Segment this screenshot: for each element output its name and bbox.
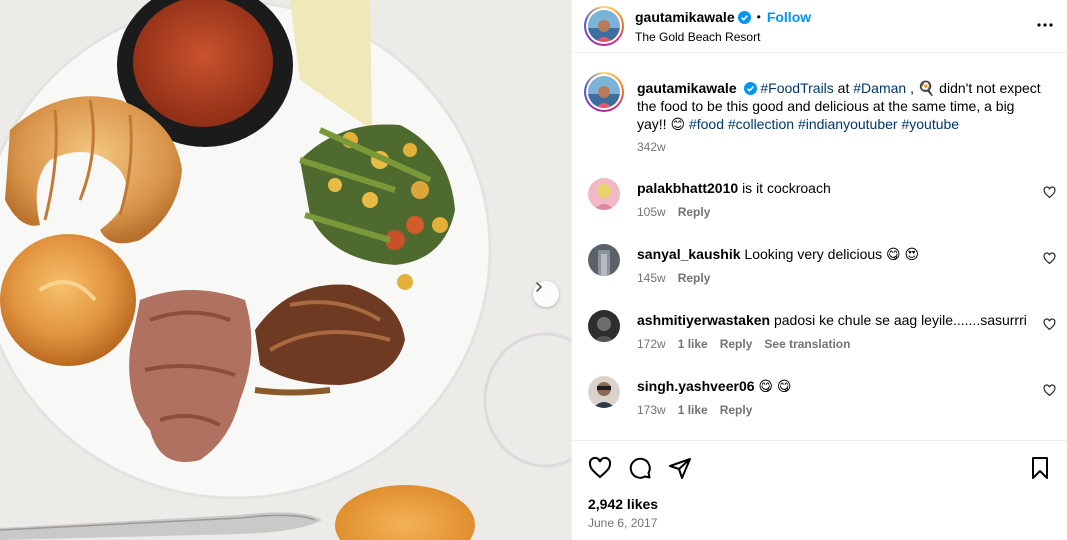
- like-comment-button[interactable]: [1043, 252, 1056, 268]
- commenter-username[interactable]: palakbhatt2010: [637, 180, 738, 196]
- comment-like-count[interactable]: 1 like: [678, 337, 708, 351]
- avatar-image: [588, 10, 620, 42]
- like-button[interactable]: [588, 456, 612, 483]
- see-translation-button[interactable]: See translation: [764, 337, 850, 351]
- chevron-right-icon: [536, 282, 543, 292]
- hashtag-link[interactable]: #indianyoutuber: [798, 116, 898, 132]
- caption-username[interactable]: gautamikawale: [637, 80, 737, 96]
- comment-body: palakbhatt2010 is it cockroach: [637, 180, 831, 196]
- hashtag-link[interactable]: #FoodTrails: [760, 80, 833, 96]
- comment-meta: 172w 1 like Reply See translation: [637, 337, 850, 351]
- caption-text: at: [833, 80, 854, 96]
- commenter-username[interactable]: singh.yashveer06: [637, 378, 755, 394]
- comment-meta: 145w Reply: [637, 271, 710, 285]
- commenter-avatar[interactable]: [588, 244, 620, 276]
- comments-section[interactable]: gautamikawale #FoodTrails at #Daman , 🍳 …: [572, 54, 1067, 440]
- comment-text: is it cockroach: [742, 180, 831, 196]
- author-avatar[interactable]: [584, 6, 624, 46]
- commenter-avatar[interactable]: [588, 178, 620, 210]
- heart-icon: [1043, 384, 1056, 397]
- instagram-post-view: gautamikawale • Follow The Gold Beach Re…: [0, 0, 1067, 540]
- caption-timestamp[interactable]: 342w: [637, 140, 666, 154]
- separator-dot: •: [756, 10, 761, 24]
- likes-count[interactable]: 2,942 likes: [588, 496, 658, 512]
- post-caption: gautamikawale #FoodTrails at #Daman , 🍳 …: [637, 79, 1042, 133]
- next-photo-button[interactable]: [533, 281, 559, 307]
- commenter-username[interactable]: sanyal_kaushik: [637, 246, 741, 262]
- reply-button[interactable]: Reply: [720, 403, 753, 417]
- like-comment-button[interactable]: [1043, 384, 1056, 400]
- post-date[interactable]: June 6, 2017: [588, 516, 657, 530]
- reply-button[interactable]: Reply: [720, 337, 753, 351]
- heart-icon: [588, 456, 612, 479]
- reply-button[interactable]: Reply: [678, 205, 711, 219]
- heart-icon: [1043, 252, 1056, 265]
- post-location[interactable]: The Gold Beach Resort: [635, 30, 760, 44]
- post-header: gautamikawale • Follow The Gold Beach Re…: [572, 0, 1067, 53]
- commenter-avatar[interactable]: [588, 376, 620, 408]
- comment-text: Looking very delicious 😋 😍: [744, 246, 920, 262]
- like-comment-button[interactable]: [1043, 186, 1056, 202]
- hashtag-link[interactable]: #collection: [728, 116, 794, 132]
- like-comment-button[interactable]: [1043, 318, 1056, 334]
- comment-body: ashmitiyerwastaken padosi ke chule se aa…: [637, 312, 1027, 328]
- hashtag-link[interactable]: #Daman: [853, 80, 906, 96]
- post-actions-bar: 2,942 likes June 6, 2017: [572, 440, 1067, 540]
- commenter-username[interactable]: ashmitiyerwastaken: [637, 312, 770, 328]
- verified-badge-icon: [737, 10, 751, 24]
- comment-text: 😋 😋: [758, 378, 792, 394]
- comment-meta: 173w 1 like Reply: [637, 403, 752, 417]
- hashtag-link[interactable]: #food: [689, 116, 724, 132]
- caption-avatar[interactable]: [584, 72, 624, 112]
- more-options-button[interactable]: [1036, 16, 1054, 37]
- hashtag-link[interactable]: #youtube: [901, 116, 959, 132]
- comment-timestamp[interactable]: 172w: [637, 337, 666, 351]
- post-photo[interactable]: [0, 0, 571, 540]
- avatar-image: [588, 76, 620, 108]
- comment-text: padosi ke chule se aag leyile.......sasu…: [773, 312, 1027, 328]
- more-options-icon: [1037, 23, 1053, 27]
- bookmark-icon: [1032, 457, 1048, 479]
- author-username[interactable]: gautamikawale: [635, 9, 735, 25]
- comment-body: singh.yashveer06 😋 😋: [637, 378, 792, 395]
- header-user-row: gautamikawale • Follow: [635, 9, 811, 25]
- commenter-avatar[interactable]: [588, 310, 620, 342]
- comment-icon: [629, 457, 651, 479]
- share-button[interactable]: [668, 456, 692, 483]
- heart-icon: [1043, 186, 1056, 199]
- comment-like-count[interactable]: 1 like: [678, 403, 708, 417]
- reply-button[interactable]: Reply: [678, 271, 711, 285]
- comment-button[interactable]: [628, 456, 652, 483]
- comment-body: sanyal_kaushik Looking very delicious 😋 …: [637, 246, 919, 263]
- follow-button[interactable]: Follow: [767, 9, 811, 25]
- comment-timestamp[interactable]: 105w: [637, 205, 666, 219]
- comment-meta: 105w Reply: [637, 205, 710, 219]
- share-icon: [669, 458, 691, 479]
- save-button[interactable]: [1028, 456, 1052, 483]
- verified-badge-icon: [743, 82, 757, 95]
- post-side-panel: gautamikawale • Follow The Gold Beach Re…: [571, 0, 1067, 540]
- comment-timestamp[interactable]: 173w: [637, 403, 666, 417]
- heart-icon: [1043, 318, 1056, 331]
- comment-timestamp[interactable]: 145w: [637, 271, 666, 285]
- food-plate-image: [0, 0, 571, 540]
